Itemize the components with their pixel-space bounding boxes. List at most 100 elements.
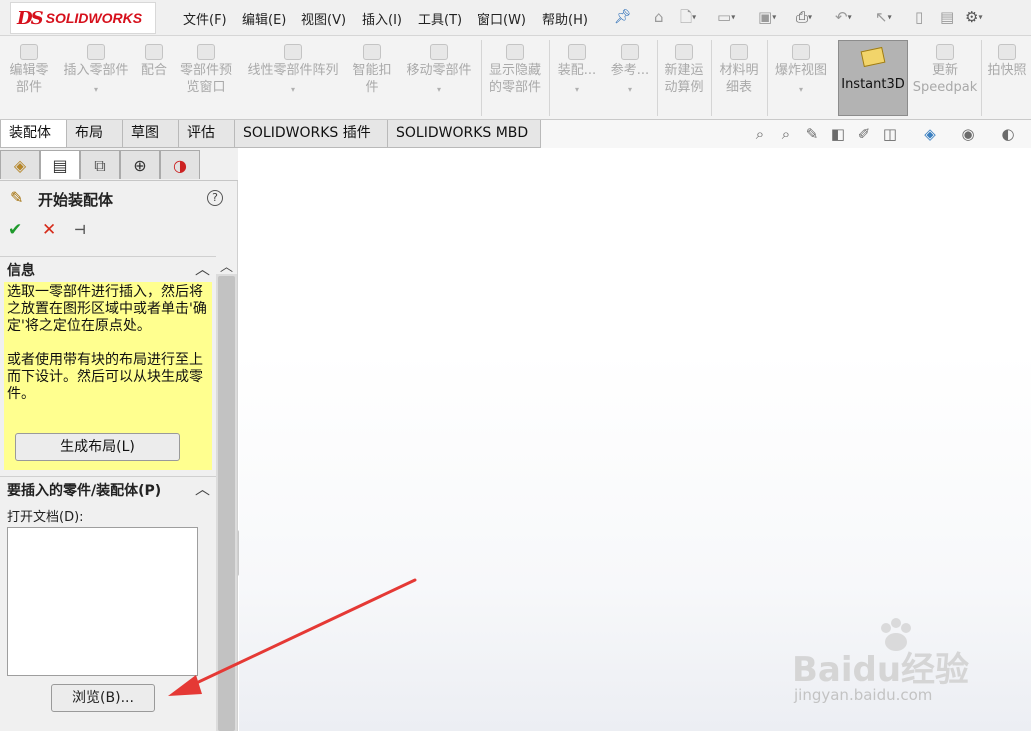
undo-icon[interactable]: ↶▾ bbox=[835, 7, 852, 27]
command-manager-tabs: 装配体 布局 草图 评估 SOLIDWORKS 插件 SOLIDWORKS MB… bbox=[0, 120, 1031, 148]
tab-layout[interactable]: 布局 bbox=[66, 120, 123, 148]
hide-show-icon[interactable]: ◉ bbox=[958, 124, 978, 144]
menu-edit[interactable]: 编辑(E) bbox=[242, 9, 286, 28]
options-gear-icon[interactable]: ⚙▾ bbox=[965, 7, 982, 27]
menu-window[interactable]: 窗口(W) bbox=[477, 9, 526, 28]
create-layout-button[interactable]: 生成布局(L) bbox=[15, 433, 180, 461]
toolbar-separator bbox=[481, 40, 482, 116]
edit-appearance-icon[interactable]: ◐ bbox=[998, 124, 1018, 144]
new-document-icon[interactable]: 🗋▾ bbox=[680, 7, 696, 27]
solidworks-logo[interactable]: DS SOLIDWORKS bbox=[10, 2, 156, 34]
panel-actions: ✔ ✕ ⊣ bbox=[0, 220, 238, 244]
mate-button[interactable]: 配合 bbox=[138, 36, 170, 120]
chevron-down-icon[interactable]: ▾ bbox=[606, 81, 654, 98]
smart-fasteners-icon bbox=[363, 44, 381, 60]
insert-components-button[interactable]: 插入零部件 ▾ bbox=[58, 36, 134, 120]
panel-scrollbar[interactable]: ︿ bbox=[216, 256, 237, 731]
dimxpert-icon[interactable]: ⊕ bbox=[120, 150, 160, 179]
menu-help[interactable]: 帮助(H) bbox=[542, 9, 588, 28]
watermark-main-text: Baidu经验 bbox=[792, 650, 970, 690]
info-paragraph-1: 选取一零部件进行插入，然后将之放置在图形区域中或者单击'确定'将之定位在原点处。 bbox=[7, 284, 207, 334]
select-pointer-icon[interactable]: ↖▾ bbox=[875, 7, 892, 27]
toolbar-separator bbox=[981, 40, 982, 116]
info-section-header[interactable]: 信息 ︿ bbox=[0, 256, 216, 279]
update-speedpak-button[interactable]: 更新 Speedpak bbox=[912, 36, 978, 120]
help-icon[interactable]: ? bbox=[207, 190, 223, 206]
previous-view-icon[interactable]: ✎ bbox=[802, 124, 822, 144]
ds-logo-mark: DS bbox=[17, 7, 44, 29]
zoom-to-fit-icon[interactable]: ⌕ bbox=[750, 124, 770, 144]
tab-evaluate[interactable]: 评估 bbox=[178, 120, 235, 148]
part-assembly-to-insert-section: 要插入的零件/装配体(P) ︿ 打开文档(D): 浏览(B)... bbox=[0, 476, 216, 731]
panel-title: 开始装配体 bbox=[38, 191, 114, 209]
tab-solidworks-mbd[interactable]: SOLIDWORKS MBD bbox=[387, 120, 541, 148]
new-motion-study-button[interactable]: 新建运 动算例 bbox=[660, 36, 708, 120]
show-hidden-components-button[interactable]: 显示隐藏 的零部件 bbox=[484, 36, 546, 120]
assembly-features-icon bbox=[568, 44, 586, 60]
camera-icon bbox=[998, 44, 1016, 60]
zoom-area-icon[interactable]: ⌕ bbox=[776, 124, 796, 144]
component-preview-window-button[interactable]: 零部件预 览窗口 bbox=[174, 36, 238, 120]
menu-bar: DS SOLIDWORKS 文件(F) 编辑(E) 视图(V) 插入(I) 工具… bbox=[0, 0, 1031, 36]
tab-sketch[interactable]: 草图 bbox=[122, 120, 179, 148]
preview-window-icon bbox=[197, 44, 215, 60]
scroll-up-arrow-icon[interactable]: ︿ bbox=[216, 256, 237, 275]
edit-component-button[interactable]: 编辑零 部件 bbox=[3, 36, 55, 120]
insert-section-header[interactable]: 要插入的零件/装配体(P) ︿ bbox=[0, 476, 216, 499]
toolbar-separator bbox=[767, 40, 768, 116]
rebuild-icon[interactable]: ▯ bbox=[915, 7, 923, 27]
print-icon[interactable]: ⎙▾ bbox=[796, 7, 812, 27]
save-icon[interactable]: ▣▾ bbox=[758, 7, 776, 27]
cancel-x-icon[interactable]: ✕ bbox=[42, 220, 56, 240]
panel-tabs: ◈ ▤ ⧉ ⊕ ◑ bbox=[0, 148, 238, 181]
open-folder-icon[interactable]: ▭▾ bbox=[717, 7, 735, 27]
instant3d-button[interactable]: Instant3D bbox=[838, 40, 908, 116]
chevron-down-icon[interactable]: ▾ bbox=[552, 81, 602, 98]
baidu-watermark: Baidu经验 jingyan.baidu.com bbox=[792, 618, 1012, 728]
logo-wordmark: SOLIDWORKS bbox=[45, 10, 143, 26]
smart-fasteners-button[interactable]: 智能扣件 bbox=[348, 36, 396, 120]
property-manager-icon[interactable]: ▤ bbox=[40, 150, 80, 179]
tab-assembly[interactable]: 装配体 bbox=[0, 120, 67, 148]
mate-paperclip-icon bbox=[145, 44, 163, 60]
dynamic-annotation-icon[interactable]: ✐ bbox=[854, 124, 874, 144]
bill-of-materials-button[interactable]: 材料明 细表 bbox=[714, 36, 764, 120]
take-snapshot-button[interactable]: 拍快照 bbox=[984, 36, 1030, 120]
toolbar-separator bbox=[549, 40, 550, 116]
chevron-down-icon[interactable]: ▾ bbox=[770, 81, 832, 98]
feature-manager-icon[interactable]: ◈ bbox=[0, 150, 40, 179]
collapse-chevron-up-icon[interactable]: ︿ bbox=[195, 478, 210, 499]
keep-visible-pin-icon[interactable]: ⊣ bbox=[74, 223, 86, 238]
file-properties-icon[interactable]: ▤ bbox=[940, 7, 954, 27]
linear-component-pattern-button[interactable]: 线性零部件阵列 ▾ bbox=[242, 36, 344, 120]
move-component-button[interactable]: 移动零部件 ▾ bbox=[400, 36, 478, 120]
assembly-features-button[interactable]: 装配... ▾ bbox=[552, 36, 602, 120]
pin-icon[interactable]: 📌︎ bbox=[614, 7, 632, 27]
menu-view[interactable]: 视图(V) bbox=[301, 9, 346, 28]
reference-geometry-icon bbox=[621, 44, 639, 60]
begin-assembly-icon: ✎ bbox=[10, 188, 24, 207]
toolbar-separator bbox=[657, 40, 658, 116]
menu-tools[interactable]: 工具(T) bbox=[418, 9, 462, 28]
section-view-icon[interactable]: ◧ bbox=[828, 124, 848, 144]
chevron-down-icon[interactable]: ▾ bbox=[242, 81, 344, 98]
display-manager-icon[interactable]: ◑ bbox=[160, 150, 200, 179]
home-icon[interactable]: ⌂ bbox=[654, 7, 664, 27]
scroll-thumb[interactable] bbox=[218, 276, 235, 731]
collapse-chevron-up-icon[interactable]: ︿ bbox=[195, 258, 210, 279]
chevron-down-icon[interactable]: ▾ bbox=[58, 81, 134, 98]
menu-file[interactable]: 文件(F) bbox=[183, 9, 227, 28]
ok-check-icon[interactable]: ✔ bbox=[8, 220, 22, 240]
chevron-down-icon[interactable]: ▾ bbox=[400, 81, 478, 98]
display-style-icon[interactable]: ◈ bbox=[920, 124, 940, 144]
configuration-manager-icon[interactable]: ⧉ bbox=[80, 150, 120, 179]
browse-button[interactable]: 浏览(B)... bbox=[51, 684, 155, 712]
exploded-view-button[interactable]: 爆炸视图 ▾ bbox=[770, 36, 832, 120]
open-documents-list[interactable] bbox=[7, 527, 198, 676]
tab-solidworks-addins[interactable]: SOLIDWORKS 插件 bbox=[234, 120, 388, 148]
view-orientation-icon[interactable]: ◫ bbox=[880, 124, 900, 144]
reference-geometry-button[interactable]: 参考... ▾ bbox=[606, 36, 654, 120]
menu-insert[interactable]: 插入(I) bbox=[362, 9, 402, 28]
info-section-title: 信息 bbox=[7, 263, 35, 279]
info-message-box: 选取一零部件进行插入，然后将之放置在图形区域中或者单击'确定'将之定位在原点处。… bbox=[4, 282, 212, 470]
